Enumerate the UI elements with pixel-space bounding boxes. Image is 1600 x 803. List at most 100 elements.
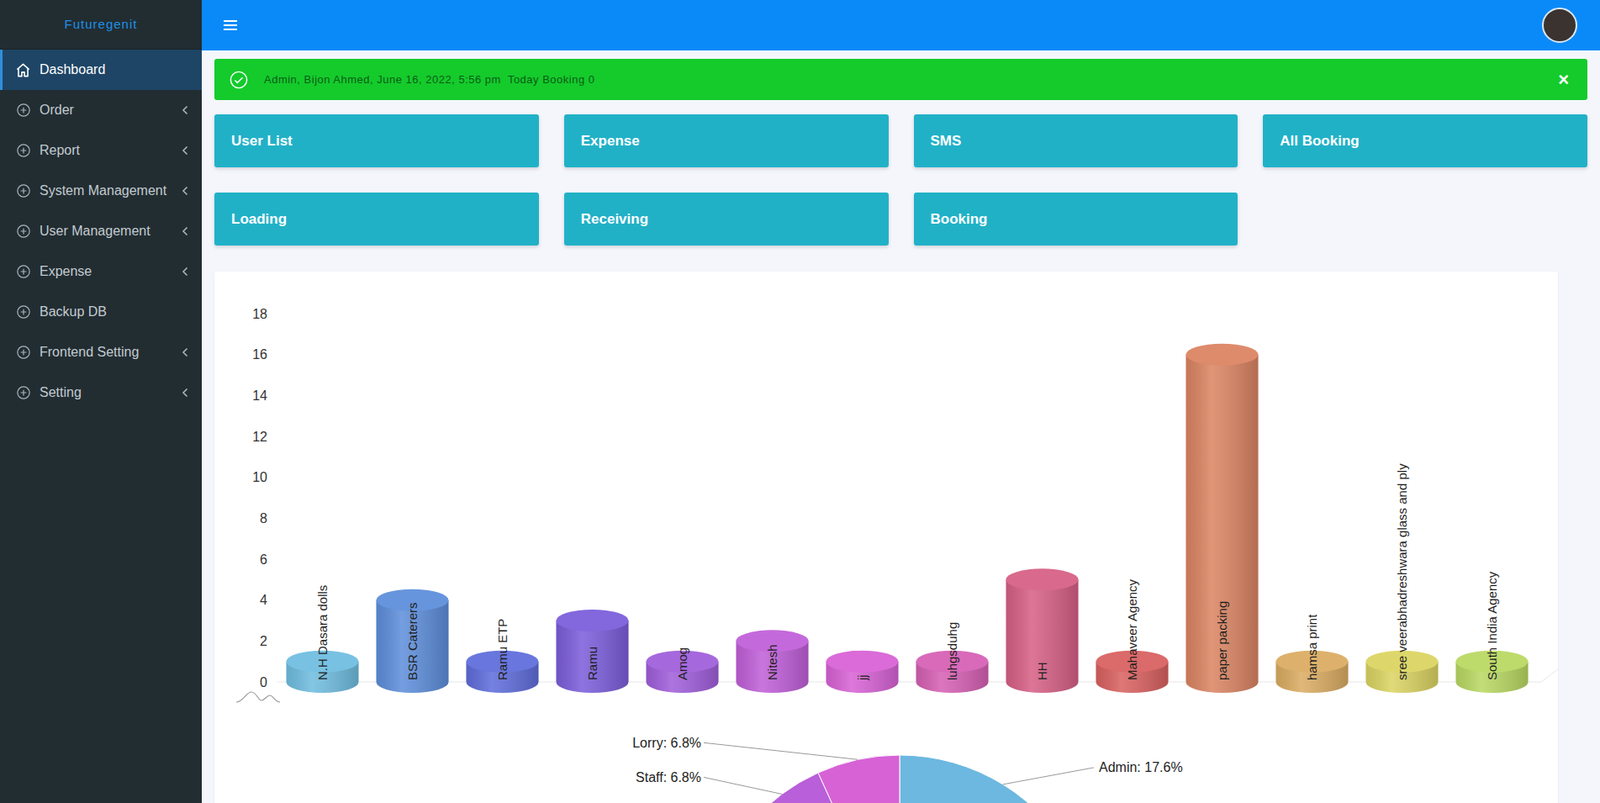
- bar-top: [1006, 568, 1079, 591]
- sidebar-item-label: Setting: [39, 382, 173, 403]
- plus-circle-icon: [15, 304, 32, 321]
- bar-label: Ramu: [585, 646, 600, 681]
- shortcut-card[interactable]: SMS: [913, 114, 1239, 168]
- sidebar-item[interactable]: Dashboard: [0, 49, 202, 90]
- pie-connector: [703, 742, 858, 760]
- pie-label: Admin: 17.6%: [1098, 760, 1183, 775]
- bar-label: Ramu ETP: [495, 618, 510, 681]
- bar-top: [826, 650, 899, 673]
- bar-shade: [1006, 579, 1079, 693]
- bar-shade: [376, 600, 449, 693]
- sidebar-item[interactable]: Backup DB: [0, 291, 202, 333]
- sidebar-item[interactable]: Expense: [0, 251, 202, 292]
- pie-label: Lorry: 6.8%: [632, 735, 702, 750]
- plus-circle-icon: [15, 385, 32, 402]
- bar-label: N.H Dasara dolls: [315, 585, 330, 681]
- sidebar-item[interactable]: System Management: [0, 170, 202, 212]
- chevron-icon: [180, 185, 190, 196]
- plus-circle-icon: [15, 102, 32, 119]
- bar: [556, 609, 629, 693]
- y-tick-label: 4: [259, 592, 268, 608]
- menu-toggle-icon[interactable]: [220, 15, 241, 36]
- pie-connector: [703, 776, 782, 794]
- pie-label: Staff: 6.8%: [635, 770, 702, 785]
- sidebar-item[interactable]: Setting: [0, 372, 202, 413]
- welcome-alert: Admin, Bijon Ahmed, June 16, 2022, 5:56 …: [214, 58, 1588, 101]
- sidebar-item-label: Report: [39, 140, 173, 161]
- y-tick-label: 12: [252, 429, 268, 444]
- y-tick-label: 14: [252, 388, 268, 403]
- y-tick-label: 6: [259, 552, 268, 567]
- bar-body: [1006, 579, 1079, 693]
- alert-text: Admin, Bijon Ahmed, June 16, 2022, 5:56 …: [264, 71, 596, 89]
- bar-label: South India Agency: [1484, 570, 1500, 681]
- chevron-icon: [180, 266, 190, 277]
- pie-connector: [1003, 767, 1094, 785]
- bar-label: BSR Caterers: [405, 601, 420, 681]
- bar: [736, 629, 809, 693]
- home-icon: [15, 62, 32, 79]
- zoom-squiggle-icon: [236, 691, 280, 703]
- sidebar-item-label: Frontend Setting: [39, 342, 173, 363]
- sidebar-item[interactable]: User Management: [0, 211, 202, 252]
- shortcut-card[interactable]: Expense: [564, 114, 889, 168]
- content: Admin, Bijon Ahmed, June 16, 2022, 5:56 …: [201, 50, 1600, 803]
- bar: [376, 589, 449, 693]
- plus-circle-icon: [15, 223, 32, 240]
- bar-top: [1186, 343, 1259, 366]
- bar-label: Nitesh: [765, 644, 780, 681]
- bar-label: HH: [1034, 661, 1050, 681]
- app: Futuregenit Dashboard Order Report System Ma…: [0, 0, 1600, 803]
- chevron-icon: [180, 306, 190, 317]
- sidebar-item-label: Order: [39, 100, 173, 121]
- y-tick-label: 18: [252, 306, 268, 322]
- chevron-icon: [180, 347, 190, 358]
- close-button[interactable]: ×: [1554, 70, 1573, 90]
- avatar-photo[interactable]: [1541, 7, 1578, 43]
- bar-label: jj: [855, 674, 870, 682]
- y-tick-label: 0: [259, 675, 268, 690]
- plus-circle-icon: [15, 344, 32, 361]
- shortcut-card[interactable]: Booking: [913, 192, 1239, 246]
- y-axis: 024681012141618: [252, 306, 268, 690]
- chevron-icon: [180, 226, 190, 237]
- bar-body: [376, 600, 449, 693]
- bar-label: paper packing: [1214, 601, 1230, 681]
- sidebar-item[interactable]: Report: [0, 130, 202, 171]
- sidebar-item-label: Expense: [39, 261, 173, 282]
- sidebar-item[interactable]: Order: [0, 89, 202, 131]
- y-tick-label: 2: [259, 633, 268, 649]
- plus-circle-icon: [15, 142, 32, 159]
- shortcut-card[interactable]: Receiving: [564, 192, 889, 246]
- bar: [1186, 343, 1259, 693]
- plus-circle-icon: [15, 183, 32, 200]
- pie-slice-fill: [818, 755, 900, 803]
- bar-label: sree veerabhadreshwara glass and ply: [1394, 463, 1410, 681]
- y-tick-label: 10: [252, 469, 268, 485]
- chevron-icon: [180, 145, 190, 156]
- top-bar: [201, 0, 1600, 51]
- bar-top: [556, 609, 629, 632]
- sidebar-item-label: System Management: [39, 180, 173, 201]
- chart-panel: 024681012141618N.H Dasara dollsBSR Cater…: [214, 271, 1558, 803]
- chevron-icon: [180, 105, 190, 116]
- alert-message: Admin, Bijon Ahmed, June 16, 2022, 5:56 …: [264, 71, 502, 89]
- plus-circle-icon: [15, 264, 32, 280]
- brand-logo[interactable]: Futuregenit: [0, 0, 202, 50]
- pie-slice: [818, 755, 900, 803]
- sidebar-item-label: Dashboard: [39, 59, 173, 80]
- shortcut-card[interactable]: All Booking: [1262, 114, 1588, 168]
- bar: [1006, 568, 1079, 693]
- shortcut-card[interactable]: User List: [214, 114, 539, 168]
- sidebar-item[interactable]: Frontend Setting: [0, 332, 202, 373]
- shortcut-cards: User List Expense SMS All Booking Loading Rec…: [214, 114, 1588, 246]
- pie-slice-fill: [899, 755, 1076, 803]
- check-circle-icon: [229, 70, 249, 90]
- sidebar-item-label: User Management: [39, 221, 173, 242]
- shortcut-card[interactable]: Loading: [214, 192, 539, 246]
- today-booking: Today Booking 0: [507, 71, 596, 89]
- pie-slice: [899, 755, 1076, 803]
- bar-label: Mahaveer Agency: [1124, 578, 1140, 681]
- bar-shade: [1186, 354, 1259, 693]
- y-tick-label: 8: [259, 511, 268, 526]
